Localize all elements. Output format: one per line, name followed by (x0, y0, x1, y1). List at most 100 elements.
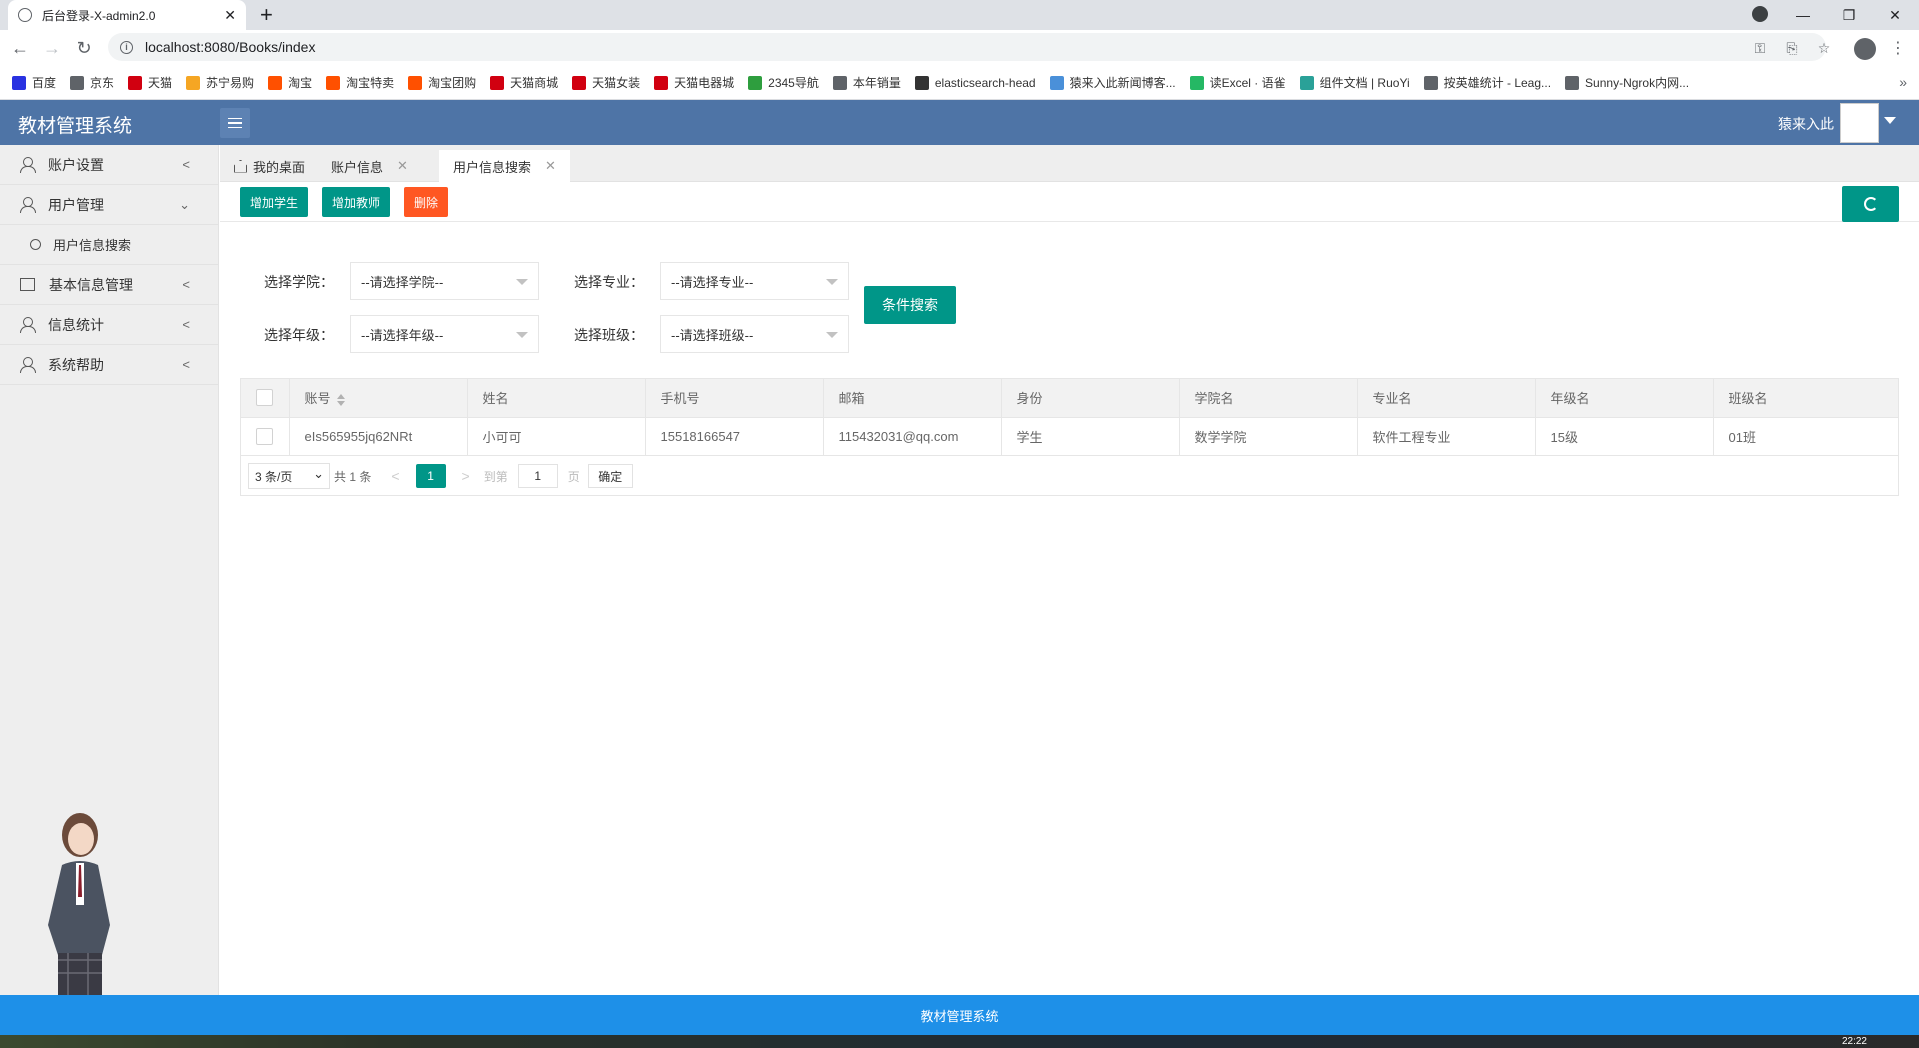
username[interactable]: 猿来入此 (1778, 114, 1834, 134)
column-header: 邮箱 (823, 379, 1002, 418)
bookmark-label: 京东 (90, 76, 115, 90)
bookmark-item[interactable]: 天猫女装 (572, 74, 640, 91)
bookmark-favicon-icon (268, 75, 283, 90)
bookmark-item[interactable]: 苏宁易购 (186, 74, 254, 91)
bookmark-item[interactable]: 天猫 (128, 74, 172, 91)
tab-label: 用户信息搜索 (453, 159, 532, 175)
next-page-icon[interactable]: > (462, 468, 470, 484)
sidebar-item-statistics[interactable]: 信息统计 < (0, 305, 218, 345)
bookmark-item[interactable]: elasticsearch-head (914, 75, 1036, 90)
bookmark-item[interactable]: 京东 (70, 74, 114, 91)
goto-confirm-button[interactable]: 确定 (587, 464, 633, 488)
sidebar-item-help[interactable]: 系统帮助 < (0, 345, 218, 385)
bookmark-favicon-icon (490, 75, 505, 90)
grade-select[interactable]: --请选择年级-- (350, 315, 539, 353)
table-row[interactable]: eIs565955jq62NRt 小可可 15518166547 1154320… (241, 417, 1898, 456)
bookmark-favicon-icon (186, 75, 201, 90)
sidebar-item-user-search[interactable]: 用户信息搜索 (0, 225, 218, 265)
translate-icon[interactable]: ⎘ (1784, 40, 1800, 56)
new-tab-button[interactable]: + (260, 2, 273, 28)
college-select[interactable]: --请选择学院-- (350, 262, 539, 300)
bookmark-item[interactable]: 按英雄统计 - Leag... (1423, 74, 1551, 91)
sidebar-item-label: 系统帮助 (48, 356, 104, 373)
info-icon[interactable]: i (120, 40, 133, 54)
prev-page-icon[interactable]: < (391, 468, 399, 484)
column-header[interactable]: 账号 (289, 379, 468, 418)
close-window-button[interactable]: ✕ (1872, 0, 1918, 30)
sidebar-item-label: 账户设置 (48, 156, 104, 173)
browser-tab[interactable]: 后台登录-X-admin2.0 ✕ (8, 0, 246, 30)
tab-account-info[interactable]: 账户信息 ✕ (317, 150, 422, 182)
row-checkbox[interactable] (256, 427, 273, 445)
bookmark-item[interactable]: 天猫商城 (490, 74, 558, 91)
tab-search-icon[interactable] (1752, 6, 1768, 22)
add-student-button[interactable]: 增加学生 (240, 187, 308, 217)
table-cell: 数学学院 (1179, 417, 1358, 456)
chevron-down-icon: ⌄ (179, 197, 190, 212)
total-count: 共 1 条 (334, 469, 372, 484)
bookmark-item[interactable]: 淘宝特卖 (326, 74, 394, 91)
chevron-left-icon: < (182, 357, 190, 372)
tab-label: 账户信息 (331, 159, 384, 175)
class-label: 选择班级： (574, 327, 644, 343)
add-teacher-button[interactable]: 增加教师 (322, 187, 390, 217)
bookmark-item[interactable]: 猿来入此新闻博客... (1049, 74, 1176, 91)
key-icon[interactable]: ⚿ (1752, 40, 1768, 56)
bookmark-item[interactable]: 本年销量 (832, 74, 901, 91)
forward-button[interactable]: → (40, 36, 64, 60)
minimize-button[interactable]: — (1780, 0, 1826, 30)
profile-avatar-icon[interactable] (1854, 38, 1876, 60)
table-header-row: 账号 姓名 手机号 邮箱 身份 学院名 专业名 年级名 班级名 (241, 379, 1898, 418)
class-select[interactable]: --请选择班级-- (660, 315, 849, 353)
close-tab-icon[interactable]: ✕ (224, 7, 236, 24)
bookmark-favicon-icon (1423, 75, 1438, 90)
bookmark-item[interactable]: 天猫电器城 (654, 74, 734, 91)
page-number-current[interactable]: 1 (415, 464, 446, 488)
refresh-button[interactable] (1842, 186, 1899, 222)
bookmark-favicon-icon (12, 75, 26, 90)
bookmark-label: 淘宝特卖 (346, 76, 395, 90)
bookmark-item[interactable]: 百度 (12, 74, 56, 91)
back-button[interactable]: ← (8, 36, 32, 60)
select-all-checkbox[interactable] (256, 389, 273, 407)
bookmark-label: 天猫女装 (592, 76, 641, 90)
sidebar-item-account-settings[interactable]: 账户设置 < (0, 145, 218, 185)
bookmark-item[interactable]: 淘宝团购 (408, 74, 476, 91)
sort-icon[interactable] (336, 393, 345, 406)
bookmark-item[interactable]: 2345导航 (748, 74, 819, 91)
select-all-cell (241, 379, 290, 418)
address-input[interactable]: i localhost:8080/Books/index (108, 33, 1826, 61)
per-page-select[interactable]: 3 条/页 (248, 463, 330, 489)
class-select-value: --请选择班级-- (671, 327, 754, 343)
star-icon[interactable]: ☆ (1816, 40, 1832, 56)
restore-button[interactable]: ❐ (1826, 0, 1872, 30)
reload-button[interactable]: ↻ (72, 36, 96, 60)
delete-button[interactable]: 删除 (404, 187, 448, 217)
bookmark-favicon-icon (1565, 75, 1580, 90)
tab-user-search[interactable]: 用户信息搜索 ✕ (439, 150, 570, 182)
search-button[interactable]: 条件搜索 (864, 286, 956, 324)
tab-desktop[interactable]: 我的桌面 (220, 150, 319, 182)
chevron-left-icon: < (182, 317, 190, 332)
bookmark-item[interactable]: 淘宝 (268, 74, 312, 91)
menu-toggle-icon[interactable] (220, 108, 250, 138)
table-cell: 软件工程专业 (1357, 417, 1536, 456)
close-icon[interactable]: ✕ (545, 158, 556, 174)
bookmark-label: 淘宝 (288, 76, 313, 90)
bookmark-label: 2345导航 (768, 76, 819, 90)
bookmark-item[interactable]: 读Excel · 语雀 (1189, 74, 1286, 91)
bookmark-item[interactable]: 组件文档 | RuoYi (1299, 74, 1410, 91)
major-select[interactable]: --请选择专业-- (660, 262, 849, 300)
bookmark-label: elasticsearch-head (934, 75, 1036, 90)
bookmarks-overflow-icon[interactable]: » (1899, 74, 1907, 90)
close-icon[interactable]: ✕ (397, 158, 408, 174)
globe-icon (18, 8, 32, 22)
goto-page-input[interactable]: 1 (517, 464, 558, 488)
chevron-down-icon[interactable] (1884, 117, 1896, 124)
more-menu-icon[interactable]: ⋮ (1890, 38, 1906, 58)
user-avatar[interactable] (1840, 103, 1879, 143)
sidebar-item-basic-info[interactable]: 基本信息管理 < (0, 265, 218, 305)
sidebar-item-user-management[interactable]: 用户管理 ⌄ (0, 185, 218, 225)
bookmark-label: 天猫电器城 (674, 76, 735, 90)
bookmark-item[interactable]: Sunny-Ngrok内网... (1565, 74, 1689, 91)
